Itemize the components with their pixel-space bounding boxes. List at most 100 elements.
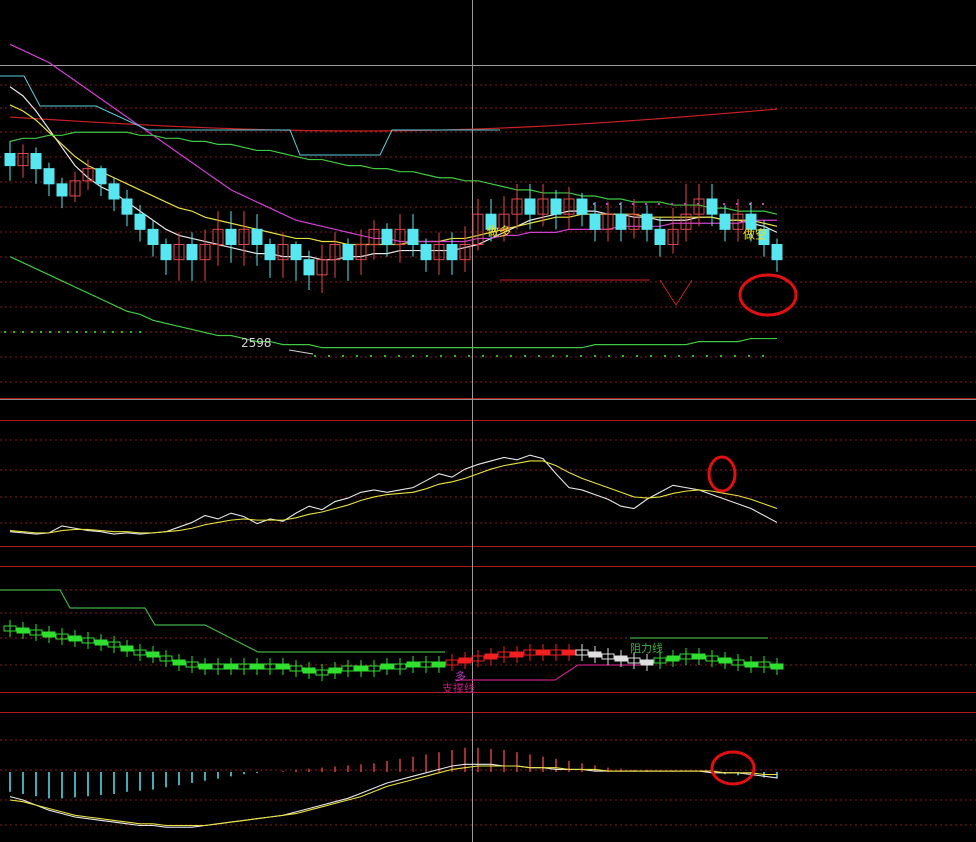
support-dot — [49, 331, 51, 333]
support-dot — [67, 331, 69, 333]
support-dot — [85, 331, 87, 333]
candle-body — [108, 183, 120, 200]
support-dot — [594, 355, 596, 357]
support-dot — [496, 355, 498, 357]
support-dot — [398, 355, 400, 357]
candle-body — [30, 152, 42, 170]
oscillator-line — [9, 454, 778, 535]
support-dot — [314, 355, 316, 357]
moving-average-line — [9, 104, 778, 246]
support-dot — [440, 355, 442, 357]
histogram-panel — [9, 747, 778, 828]
support-dot — [678, 355, 680, 357]
candle-body — [381, 228, 393, 246]
resist-dot — [723, 203, 725, 205]
support-dot — [552, 355, 554, 357]
label-support: 支撑线 — [442, 681, 475, 695]
candle-body — [264, 244, 276, 261]
block-indicator-panel — [0, 589, 784, 681]
support-dot — [580, 355, 582, 357]
candle-body — [641, 213, 653, 230]
oscillator-panel — [9, 454, 778, 535]
upper-band-line — [9, 108, 778, 132]
candle-body — [771, 244, 783, 261]
candle-body — [420, 244, 432, 261]
support-dot — [650, 355, 652, 357]
support-dot — [426, 355, 428, 357]
support-dot — [384, 355, 386, 357]
support-line — [455, 664, 640, 681]
label-price-2598: 2598 — [241, 336, 272, 350]
candle-body — [251, 228, 263, 246]
candle-body — [95, 168, 107, 185]
oscillator-circle — [707, 455, 737, 493]
support-dot — [482, 355, 484, 357]
support-dot — [706, 355, 708, 357]
support-dot — [13, 331, 15, 333]
candle-body — [43, 168, 55, 185]
support-dot — [636, 355, 638, 357]
support-dot — [720, 355, 722, 357]
support-dot — [664, 355, 666, 357]
candle-body — [342, 244, 354, 261]
moving-average-line — [9, 256, 777, 349]
support-dot — [762, 355, 764, 357]
candle-body — [706, 198, 718, 215]
resistance-step-line — [0, 589, 445, 653]
support-dot — [370, 355, 372, 357]
support-dot — [58, 331, 60, 333]
grid-layer — [0, 0, 976, 842]
candle-body — [303, 259, 315, 276]
candle-body — [186, 244, 198, 261]
support-dot — [356, 355, 358, 357]
candle-body — [524, 198, 536, 215]
support-dot — [734, 355, 736, 357]
main-price-panel — [0, 43, 798, 357]
candle-body — [550, 198, 562, 215]
support-dot — [342, 355, 344, 357]
support-dot — [454, 355, 456, 357]
candle-body — [134, 213, 146, 230]
support-dot — [103, 331, 105, 333]
support-dot — [468, 355, 470, 357]
support-dot — [22, 331, 24, 333]
support-dot — [412, 355, 414, 357]
signal-mark — [659, 279, 693, 306]
candle-body — [576, 198, 588, 215]
support-dot — [692, 355, 694, 357]
candle-body — [160, 244, 172, 261]
support-dot — [76, 331, 78, 333]
candle-body — [654, 228, 666, 246]
resist-dot — [762, 203, 764, 205]
histogram-line — [9, 765, 777, 827]
support-dot — [566, 355, 568, 357]
candle-body — [121, 198, 133, 215]
candle-body — [589, 213, 601, 230]
support-dot — [139, 331, 141, 333]
support-dot — [94, 331, 96, 333]
label-long: 做多 — [487, 223, 511, 238]
candle-body — [147, 228, 159, 246]
histogram-line — [9, 763, 778, 828]
candle-body — [56, 183, 68, 197]
candle-body — [407, 228, 419, 246]
support-dot — [538, 355, 540, 357]
resist-dot — [645, 203, 647, 205]
candle-body — [446, 244, 458, 261]
histogram-circle — [710, 750, 756, 786]
overlay-layer: 做多 做空 2598 阻力线 支撑线 多 — [241, 223, 767, 695]
support-dot — [4, 331, 6, 333]
label-duo: 多 — [455, 669, 466, 683]
candle-body — [4, 152, 16, 167]
candle-body — [615, 213, 627, 230]
support-dot — [622, 355, 624, 357]
candle-body — [290, 244, 302, 261]
price-pointer — [288, 349, 314, 355]
support-dot — [112, 331, 114, 333]
resist-dot — [658, 203, 660, 205]
support-dot — [130, 331, 132, 333]
candle-body — [719, 213, 731, 230]
candle-body — [225, 228, 237, 246]
support-dot — [121, 331, 123, 333]
support-dot — [524, 355, 526, 357]
